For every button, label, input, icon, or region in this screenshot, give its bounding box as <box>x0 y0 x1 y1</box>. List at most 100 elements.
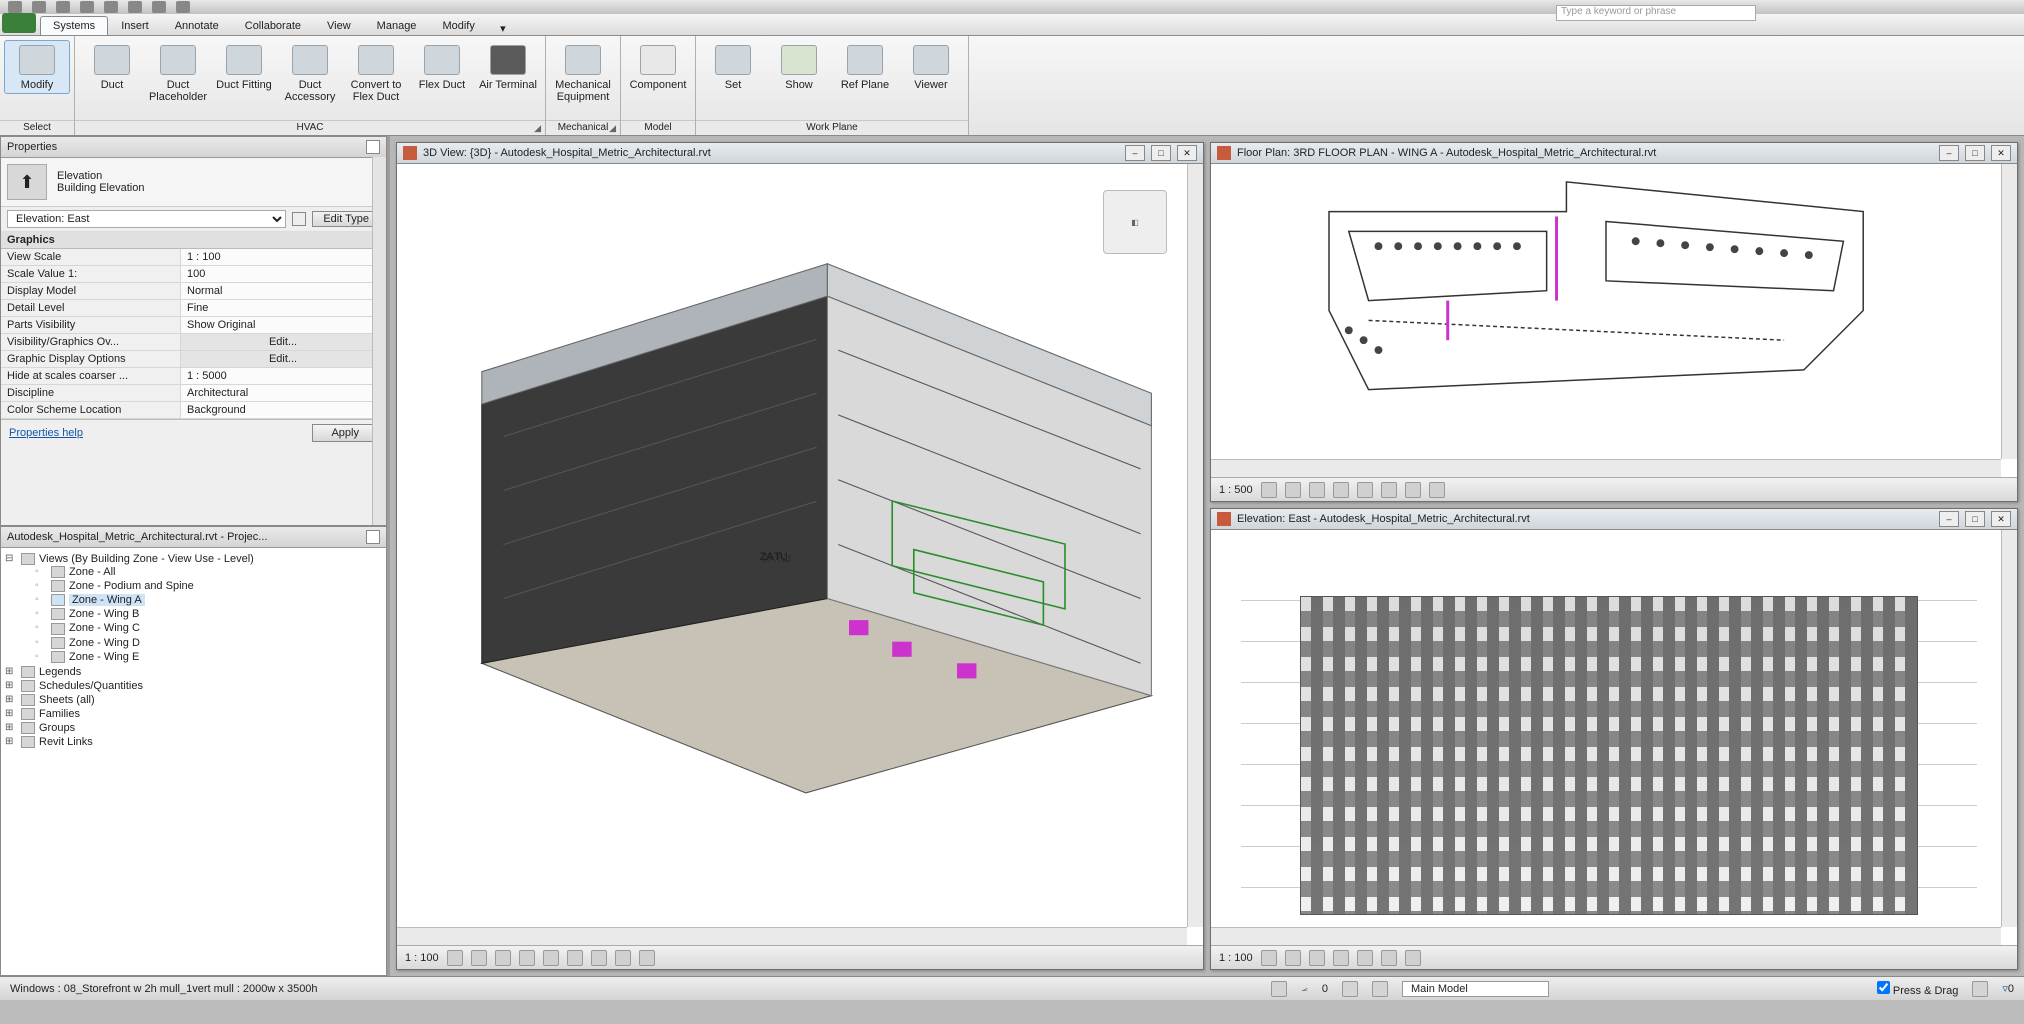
prop-value[interactable]: 1 : 100 <box>181 249 386 266</box>
sun-path-icon[interactable] <box>1309 950 1325 966</box>
ribbon-show[interactable]: Show <box>766 40 832 94</box>
maximize-button[interactable]: □ <box>1965 145 1985 161</box>
hide-icon[interactable] <box>1381 950 1397 966</box>
reveal-icon[interactable] <box>1405 950 1421 966</box>
detail-level-icon[interactable] <box>1261 482 1277 498</box>
prop-value[interactable]: Edit... <box>181 334 386 351</box>
visual-style-icon[interactable] <box>1285 950 1301 966</box>
detail-level-icon[interactable] <box>447 950 463 966</box>
ribbon-mechanical-equipment[interactable]: Mechanical Equipment <box>550 40 616 106</box>
project-browser-tree[interactable]: Views (By Building Zone - View Use - Lev… <box>5 552 382 749</box>
maximize-button[interactable]: □ <box>1151 145 1171 161</box>
ribbon-duct-fitting[interactable]: Duct Fitting <box>211 40 277 94</box>
minimize-button[interactable]: – <box>1939 145 1959 161</box>
visual-style-icon[interactable] <box>471 950 487 966</box>
prop-value[interactable]: Show Original <box>181 317 386 334</box>
shadows-icon[interactable] <box>1333 950 1349 966</box>
prop-value[interactable]: Fine <box>181 300 386 317</box>
view-cube[interactable]: ◧ <box>1103 190 1167 254</box>
detail-level-icon[interactable] <box>1261 950 1277 966</box>
reveal-icon[interactable] <box>1429 482 1445 498</box>
tab-manage[interactable]: Manage <box>364 16 430 35</box>
tab-insert[interactable]: Insert <box>108 16 162 35</box>
tree-item[interactable]: Revit Links <box>5 735 382 749</box>
instance-selector[interactable]: Elevation: East <box>7 210 286 228</box>
sun-path-icon[interactable] <box>1309 482 1325 498</box>
crop-icon[interactable] <box>1357 950 1373 966</box>
shadows-icon[interactable] <box>519 950 535 966</box>
worksets-icon[interactable] <box>1271 981 1287 997</box>
ribbon-air-terminal[interactable]: Air Terminal <box>475 40 541 94</box>
prop-value[interactable]: 1 : 5000 <box>181 368 386 385</box>
tab-systems[interactable]: Systems <box>40 16 108 35</box>
crop-region-icon[interactable] <box>1381 482 1397 498</box>
edit-type-button[interactable]: Edit Type <box>312 211 380 227</box>
elevation-canvas[interactable] <box>1211 530 2017 945</box>
properties-scrollbar[interactable] <box>372 157 386 525</box>
tree-item[interactable]: Zone - Podium and Spine <box>35 579 382 593</box>
tree-item[interactable]: Schedules/Quantities <box>5 679 382 693</box>
scale-label[interactable]: 1 : 500 <box>1219 484 1253 496</box>
scrollbar-horizontal[interactable] <box>397 927 1187 945</box>
tree-item[interactable]: Zone - Wing D <box>35 636 382 650</box>
tree-item[interactable]: Groups <box>5 721 382 735</box>
apply-button[interactable]: Apply <box>312 424 378 442</box>
crop-icon[interactable] <box>567 950 583 966</box>
design-option-dropdown[interactable]: Main Model <box>1402 981 1549 997</box>
ribbon-set[interactable]: Set <box>700 40 766 94</box>
app-menu-button[interactable] <box>2 13 36 33</box>
qat-icon[interactable] <box>152 1 166 13</box>
search-input[interactable]: Type a keyword or phrase <box>1556 5 1756 21</box>
3d-canvas[interactable]: ◧ <box>397 164 1203 945</box>
shadows-icon[interactable] <box>1333 482 1349 498</box>
render-icon[interactable] <box>543 950 559 966</box>
tree-item[interactable]: Legends <box>5 665 382 679</box>
ribbon-ref-plane[interactable]: Ref Plane <box>832 40 898 94</box>
floor-plan-canvas[interactable] <box>1211 164 2017 477</box>
properties-help-link[interactable]: Properties help <box>9 427 83 439</box>
tab-annotate[interactable]: Annotate <box>162 16 232 35</box>
ribbon-duct[interactable]: Duct <box>79 40 145 94</box>
crop-region-icon[interactable] <box>591 950 607 966</box>
qat-icon[interactable] <box>128 1 142 13</box>
scrollbar-vertical[interactable] <box>1187 164 1203 927</box>
qat-icon[interactable] <box>176 1 190 13</box>
minimize-button[interactable]: – <box>1939 511 1959 527</box>
panel-pin-icon[interactable] <box>366 530 380 544</box>
prop-value[interactable]: 100 <box>181 266 386 283</box>
prop-value[interactable]: Edit... <box>181 351 386 368</box>
tree-item[interactable]: Sheets (all) <box>5 693 382 707</box>
panel-pin-icon[interactable] <box>366 140 380 154</box>
close-button[interactable]: ✕ <box>1177 145 1197 161</box>
qat-icon[interactable] <box>80 1 94 13</box>
filter-icon[interactable] <box>1972 981 1988 997</box>
ribbon-toggle-icon[interactable]: ▾ <box>488 22 518 35</box>
tree-item[interactable]: Zone - All <box>35 565 382 579</box>
ribbon-component[interactable]: Component <box>625 40 691 94</box>
tree-item[interactable]: Zone - Wing C <box>35 621 382 635</box>
tree-item[interactable]: Zone - Wing A <box>35 593 382 607</box>
close-button[interactable]: ✕ <box>1991 511 2011 527</box>
qat-icon[interactable] <box>32 1 46 13</box>
scrollbar-horizontal[interactable] <box>1211 927 2001 945</box>
design-options-icon[interactable] <box>1372 981 1388 997</box>
reveal-icon[interactable] <box>639 950 655 966</box>
scale-label[interactable]: 1 : 100 <box>1219 952 1253 964</box>
minimize-button[interactable]: – <box>1125 145 1145 161</box>
tab-collaborate[interactable]: Collaborate <box>232 16 314 35</box>
crop-icon[interactable] <box>1357 482 1373 498</box>
scale-label[interactable]: 1 : 100 <box>405 952 439 964</box>
press-drag-checkbox[interactable]: Press & Drag <box>1877 981 1958 997</box>
ribbon-modify[interactable]: Modify <box>4 40 70 94</box>
ribbon-duct-accessory[interactable]: Duct Accessory <box>277 40 343 106</box>
tree-item[interactable]: Zone - Wing E <box>35 650 382 664</box>
scrollbar-horizontal[interactable] <box>1211 459 2001 477</box>
tree-item[interactable]: Families <box>5 707 382 721</box>
qat-icon[interactable] <box>104 1 118 13</box>
scrollbar-vertical[interactable] <box>2001 530 2017 927</box>
hide-icon[interactable] <box>1405 482 1421 498</box>
tab-modify[interactable]: Modify <box>429 16 487 35</box>
scrollbar-vertical[interactable] <box>2001 164 2017 459</box>
sun-path-icon[interactable] <box>495 950 511 966</box>
editable-only-icon[interactable] <box>1342 981 1358 997</box>
